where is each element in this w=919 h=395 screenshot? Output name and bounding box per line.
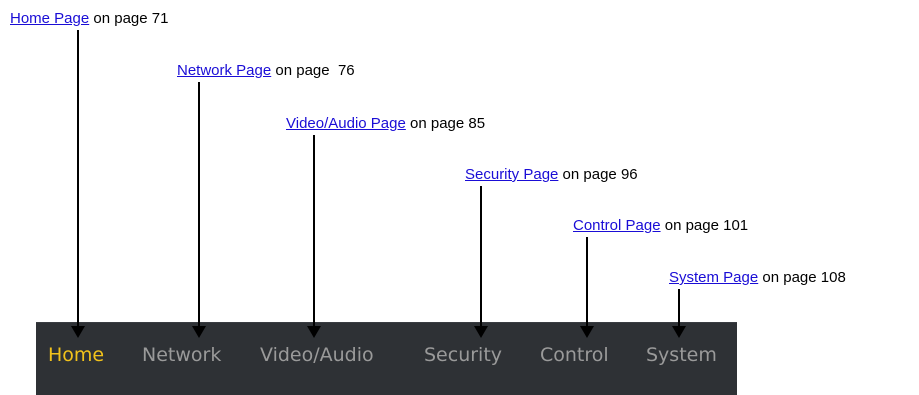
system-page-ref: on page 108 [758,269,846,286]
system-page-link[interactable]: System Page [669,269,758,286]
nav-item-home[interactable]: Home [48,343,104,367]
nav-item-video-audio[interactable]: Video/Audio [260,343,374,367]
navigation-bar: Home Network Video/Audio Security Contro… [36,322,737,395]
security-page-ref: on page 96 [558,166,638,183]
security-page-link[interactable]: Security Page [465,166,558,183]
video-audio-page-link[interactable]: Video/Audio Page [286,115,406,132]
callout-network: Network Page on page 76 [177,62,355,80]
callout-control: Control Page on page 101 [573,217,748,235]
home-page-link[interactable]: Home Page [10,10,89,27]
arrow-video-audio [307,135,321,338]
video-audio-page-ref: on page 85 [405,115,486,132]
nav-item-network[interactable]: Network [142,343,221,367]
arrow-home [71,30,85,338]
control-page-link[interactable]: Control Page [573,217,661,234]
nav-item-system[interactable]: System [646,343,717,367]
nav-item-control[interactable]: Control [540,343,609,367]
arrow-network [192,82,206,338]
nav-item-security[interactable]: Security [424,343,502,367]
network-page-ref: on page 76 [271,62,355,79]
callout-system: System Page on page 108 [669,269,846,287]
callout-security: Security Page on page 96 [465,166,638,184]
control-page-ref: on page 101 [660,217,749,234]
arrow-security [474,186,488,338]
network-page-link[interactable]: Network Page [177,62,271,79]
home-page-ref: on page 71 [89,10,169,27]
callout-home: Home Page on page 71 [10,10,168,28]
callout-video-audio: Video/Audio Page on page 85 [286,115,485,133]
